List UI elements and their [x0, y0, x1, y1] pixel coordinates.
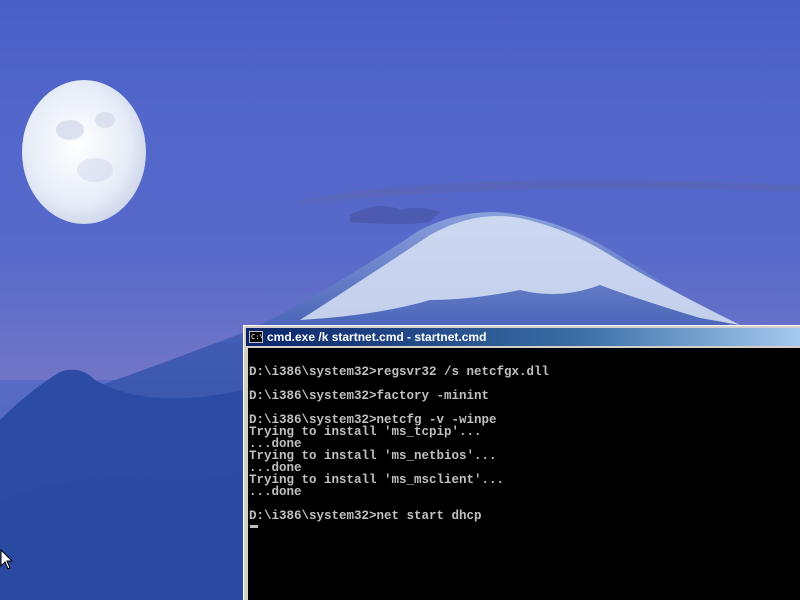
console-line: Trying to install 'ms_msclient'...: [249, 473, 505, 487]
console-line: D:\i386\system32>regsvr32 /s netcfgx.dll: [249, 365, 550, 379]
console-output[interactable]: D:\i386\system32>regsvr32 /s netcfgx.dll…: [248, 348, 800, 600]
mouse-pointer-icon: [0, 549, 14, 570]
moon: [22, 80, 146, 224]
cmd-window[interactable]: C:\ cmd.exe /k startnet.cmd - startnet.c…: [243, 325, 800, 600]
console-line: Trying to install 'ms_tcpip'...: [249, 425, 482, 439]
console-lines: D:\i386\system32>regsvr32 /s netcfgx.dll…: [248, 348, 800, 528]
cmd-icon[interactable]: C:\: [249, 331, 263, 343]
console-line: D:\i386\system32>net start dhcp: [249, 509, 482, 523]
console-line: D:\i386\system32>factory -minint: [249, 389, 490, 403]
window-title: cmd.exe /k startnet.cmd - startnet.cmd: [267, 330, 487, 344]
console-line: ...done: [249, 485, 302, 499]
cmd-title-bar[interactable]: C:\ cmd.exe /k startnet.cmd - startnet.c…: [246, 328, 800, 346]
text-cursor: [250, 525, 258, 528]
console-line: Trying to install 'ms_netbios'...: [249, 449, 497, 463]
